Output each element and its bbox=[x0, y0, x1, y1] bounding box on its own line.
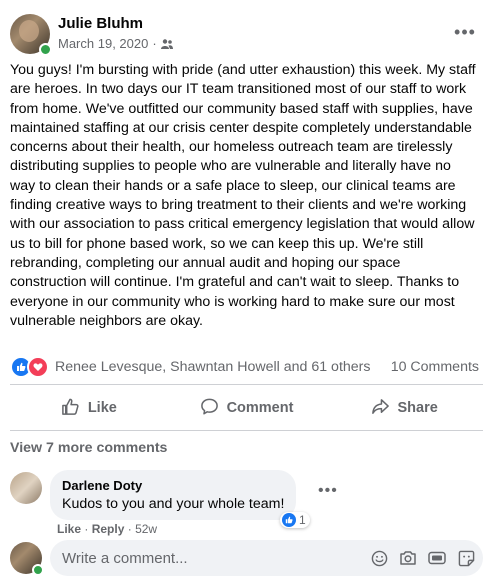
comment-text: Kudos to you and your whole team! bbox=[62, 496, 285, 512]
reaction-icons[interactable] bbox=[10, 356, 49, 378]
comment-item: Darlene Doty Kudos to you and your whole… bbox=[10, 470, 483, 536]
camera-icon[interactable] bbox=[399, 549, 417, 567]
divider bbox=[10, 430, 483, 431]
author-name[interactable]: Julie Bluhm bbox=[58, 15, 143, 32]
post-meta: March 19, 2020 · bbox=[58, 36, 173, 51]
share-label: Share bbox=[397, 400, 438, 416]
like-button[interactable]: Like bbox=[10, 392, 168, 424]
commenter-name[interactable]: Darlene Doty bbox=[62, 478, 284, 493]
share-button[interactable]: Share bbox=[325, 392, 483, 424]
comment-composer bbox=[10, 540, 483, 576]
comment-count[interactable]: 10 Comments bbox=[391, 359, 479, 375]
gif-icon[interactable] bbox=[428, 549, 446, 567]
online-status-dot bbox=[32, 564, 44, 576]
share-arrow-icon bbox=[371, 397, 390, 420]
comment-link-separator: · bbox=[127, 522, 132, 536]
comment-bubble: Darlene Doty Kudos to you and your whole… bbox=[50, 470, 297, 520]
love-icon bbox=[27, 356, 49, 378]
like-label: Like bbox=[87, 400, 117, 416]
like-icon bbox=[282, 513, 296, 527]
view-more-comments-link[interactable]: View 7 more comments bbox=[10, 440, 167, 456]
meta-separator: · bbox=[152, 36, 157, 51]
commenter-avatar[interactable] bbox=[10, 472, 42, 504]
comment-age[interactable]: 52w bbox=[135, 522, 157, 536]
comment-button[interactable]: Comment bbox=[168, 392, 326, 424]
post-actions: Like Comment Share bbox=[10, 392, 483, 424]
reactions-bar: Renee Levesque, Shawntan Howell and 61 o… bbox=[10, 356, 483, 378]
sticker-icon[interactable] bbox=[457, 549, 475, 567]
comment-reaction-badge[interactable]: 1 bbox=[280, 512, 310, 528]
thumbs-up-icon bbox=[61, 397, 80, 420]
emoji-icon[interactable] bbox=[370, 549, 388, 567]
post-header: Julie Bluhm March 19, 2020 · ••• bbox=[10, 14, 483, 56]
composer-icons bbox=[370, 549, 475, 567]
comment-label: Comment bbox=[226, 400, 294, 416]
post-body: You guys! I'm bursting with pride (and u… bbox=[10, 62, 476, 329]
divider bbox=[10, 384, 483, 385]
comment-reaction-count: 1 bbox=[299, 513, 306, 527]
post-card: Julie Bluhm March 19, 2020 · ••• You guy… bbox=[0, 0, 493, 582]
comment-actions: Like · Reply · 52w bbox=[57, 522, 157, 536]
friends-icon[interactable] bbox=[160, 38, 173, 49]
comment-link-separator: · bbox=[84, 522, 89, 536]
comment-bubble-icon bbox=[200, 397, 219, 420]
comment-more-button[interactable]: ••• bbox=[318, 482, 338, 500]
post-date[interactable]: March 19, 2020 bbox=[58, 36, 148, 51]
comment-like-link[interactable]: Like bbox=[57, 522, 81, 536]
post-more-button[interactable]: ••• bbox=[453, 20, 477, 44]
online-status-dot bbox=[39, 43, 52, 56]
comment-reply-link[interactable]: Reply bbox=[92, 522, 125, 536]
reaction-names[interactable]: Renee Levesque, Shawntan Howell and 61 o… bbox=[55, 359, 391, 375]
